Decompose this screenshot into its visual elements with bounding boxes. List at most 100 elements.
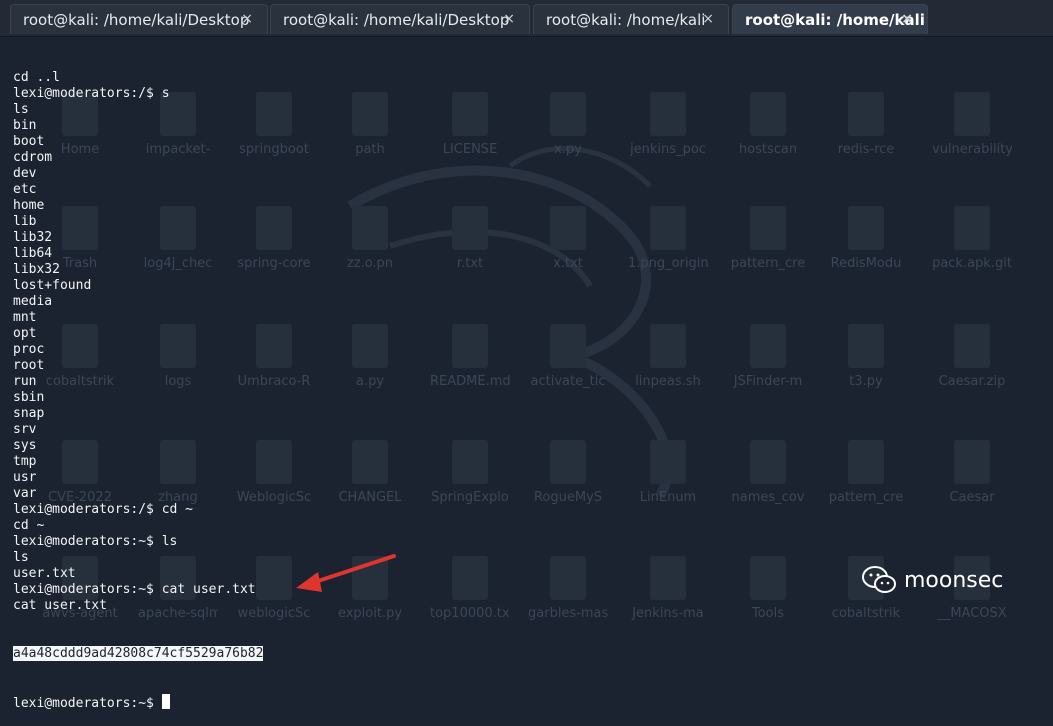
terminal-line: opt	[13, 326, 37, 341]
file-icon	[650, 92, 686, 136]
desktop-icon: path	[330, 92, 410, 157]
tab-title: root@kali: /home/kali/Desktop	[23, 10, 250, 29]
desktop-icon-label: redis-rce	[837, 142, 895, 157]
desktop-icon: pattern_cre	[728, 206, 808, 271]
terminal-line: lib32	[13, 230, 53, 245]
desktop-icon: x.py	[528, 92, 608, 157]
desktop-icon-label: linpeas.sh	[635, 374, 701, 389]
desktop-icon: zz.o.pn	[330, 206, 410, 271]
desktop-icon-label: garbles-mas	[528, 606, 608, 621]
desktop-icon-label: x.py	[554, 142, 582, 157]
file-icon	[650, 324, 686, 368]
file-icon	[452, 206, 488, 250]
terminal-line: libx32	[13, 262, 60, 277]
desktop-icon: 1.png_original	[628, 206, 708, 271]
terminal-output[interactable]: cd ..l lexi@moderators:/$ s ls bin boot cdrom…	[13, 38, 264, 726]
terminal-line: lexi@moderators:~$ ls	[13, 534, 178, 549]
terminal-line: lexi@moderators:/$ cd ~	[13, 502, 194, 517]
desktop-icon: JSFinder-m	[728, 324, 808, 389]
desktop-icon-label: 1.png_original	[628, 256, 708, 271]
terminal-line: run	[13, 374, 37, 389]
close-icon[interactable]: ×	[241, 11, 253, 27]
file-icon	[352, 206, 388, 250]
desktop-icon: README.md	[430, 324, 510, 389]
desktop-icon: linpeas.sh	[628, 324, 708, 389]
shell-prompt: lexi@moderators:~$	[13, 696, 162, 711]
terminal-line: boot	[13, 134, 45, 149]
desktop-icon: redis-rce	[826, 92, 906, 157]
terminal-line: lost+found	[13, 278, 92, 293]
file-icon	[352, 92, 388, 136]
terminal-line: var	[13, 486, 37, 501]
highlighted-hash: a4a48cddd9ad42808c74cf5529a76b82	[13, 646, 264, 661]
terminal-line: root	[13, 358, 45, 373]
desktop-icon-label: hostscan	[738, 142, 798, 157]
desktop-icon: top10000.txt	[430, 556, 510, 621]
terminal-line: proc	[13, 342, 45, 357]
desktop-icon: x.txt	[528, 206, 608, 271]
desktop-icon: pattern_cre	[826, 440, 906, 505]
terminal-line: mnt	[13, 310, 37, 325]
desktop-icon: SpringExplo	[430, 440, 510, 505]
desktop-icon: Tools	[728, 556, 808, 621]
desktop-icon-label: exploit.py	[337, 606, 403, 621]
terminal-line: srv	[13, 422, 37, 437]
terminal-line: lib	[13, 214, 37, 229]
desktop-icon-label: JSFinder-m	[733, 374, 803, 389]
file-icon	[650, 556, 686, 600]
desktop-icon: RedisModu	[826, 206, 906, 271]
terminal-line: home	[13, 198, 45, 213]
desktop-icon-label: pattern_cre	[828, 490, 904, 505]
tab-4-active[interactable]: root@kali: /home/kali ×	[732, 4, 928, 34]
desktop-icon-label: cobaltstrik	[831, 606, 901, 621]
desktop-icon: t3.py	[826, 324, 906, 389]
desktop-icon-label: SpringExplo	[431, 490, 509, 505]
desktop-icon-label: LinEnum	[639, 490, 697, 505]
terminal-line: cat user.txt	[13, 598, 107, 613]
file-icon	[750, 556, 786, 600]
watermark-text: moonsec	[904, 567, 1004, 593]
terminal-line: lexi@moderators:/$ s	[13, 86, 170, 101]
file-icon	[550, 92, 586, 136]
desktop-icon-label: vulnerability	[932, 142, 1012, 157]
desktop-icon: Caesar.zip	[932, 324, 1012, 389]
file-icon	[550, 206, 586, 250]
file-icon	[750, 324, 786, 368]
prompt-line: lexi@moderators:~$	[13, 694, 263, 711]
tab-2[interactable]: root@kali: /home/kali/Desktop ×	[270, 4, 530, 34]
wechat-icon	[862, 566, 896, 593]
desktop-icon-label: names_cov	[731, 490, 805, 505]
file-icon	[650, 440, 686, 484]
terminal-line: snap	[13, 406, 45, 421]
terminal-line: cd ..l	[13, 70, 60, 85]
terminal-line: usr	[13, 470, 37, 485]
tab-1[interactable]: root@kali: /home/kali/Desktop ×	[10, 4, 268, 34]
file-icon	[848, 440, 884, 484]
file-icon	[750, 206, 786, 250]
file-icon	[750, 92, 786, 136]
desktop-icon-label: Caesar.zip	[938, 374, 1006, 389]
desktop-icon-label: Tools	[751, 606, 785, 621]
close-icon[interactable]: ×	[702, 11, 714, 27]
close-icon[interactable]: ×	[901, 11, 913, 27]
file-icon	[550, 324, 586, 368]
file-icon	[954, 206, 990, 250]
tab-title: root@kali: /home/kali	[546, 10, 706, 29]
terminal-line: bin	[13, 118, 37, 133]
close-icon[interactable]: ×	[503, 11, 515, 27]
terminal-line: tmp	[13, 454, 37, 469]
desktop-icon-label: Caesar	[949, 490, 995, 505]
desktop-icon-label: activate_tic	[530, 374, 606, 389]
tab-3[interactable]: root@kali: /home/kali ×	[533, 4, 729, 34]
file-icon	[848, 92, 884, 136]
desktop-icon: pack.apk.git	[932, 206, 1012, 271]
file-icon	[550, 556, 586, 600]
file-icon	[750, 440, 786, 484]
desktop-icon-label: __MACOSX	[937, 606, 1007, 621]
file-icon	[650, 206, 686, 250]
terminal-line: ls	[13, 550, 29, 565]
file-icon	[452, 556, 488, 600]
desktop-icon: jenkins_poc	[628, 92, 708, 157]
desktop-icon: RogueMyS	[528, 440, 608, 505]
file-icon	[452, 92, 488, 136]
